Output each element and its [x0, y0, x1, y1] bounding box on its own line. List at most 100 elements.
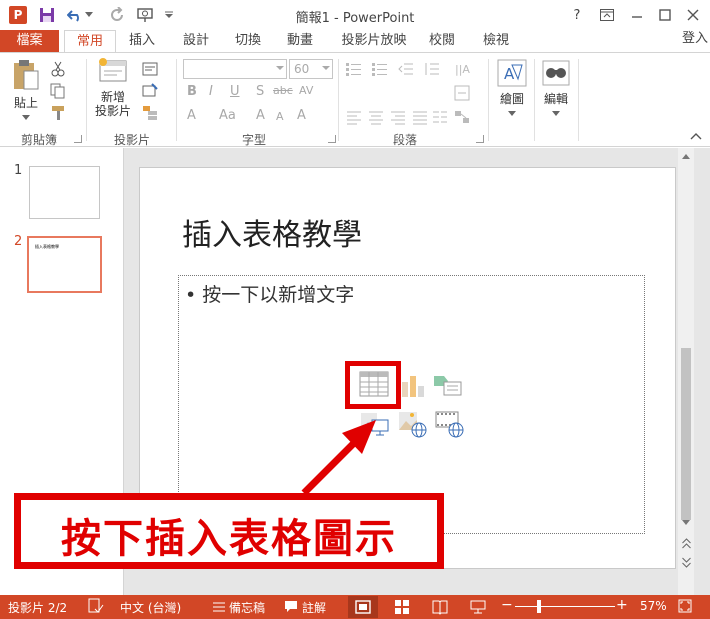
ribbon-divider [176, 59, 177, 141]
collapse-ribbon-icon[interactable] [690, 129, 706, 145]
slide-thumbnail-1[interactable] [29, 166, 100, 219]
comments-button[interactable]: 註解 [302, 599, 326, 616]
minimize-icon[interactable] [626, 5, 648, 25]
align-center-icon[interactable] [368, 109, 384, 125]
paste-button[interactable]: 貼上 [8, 57, 44, 124]
new-slide-icon [99, 58, 127, 82]
insert-smartart-icon[interactable] [433, 372, 463, 401]
strikethrough-icon[interactable]: abc [273, 84, 293, 97]
text-direction-icon[interactable]: ||A [454, 61, 470, 77]
tab-animations[interactable]: 動畫 [278, 30, 322, 52]
tab-design[interactable]: 設計 [174, 30, 218, 52]
line-spacing-icon[interactable] [424, 61, 440, 77]
increase-font-size-icon[interactable]: A [256, 108, 265, 123]
fit-to-window-icon[interactable] [678, 599, 692, 616]
vertical-scrollbar[interactable] [678, 148, 694, 595]
tab-review[interactable]: 校閱 [420, 30, 464, 52]
drawing-label: 繪圖 [499, 92, 524, 106]
justify-icon[interactable] [412, 109, 428, 125]
status-bar: 投影片 2/2 中文 (台灣) 備忘稿 註解 − + 57% [0, 595, 710, 619]
notes-icon[interactable] [212, 599, 226, 616]
find-icon [542, 60, 570, 86]
slide-show-view-icon[interactable] [470, 599, 486, 618]
align-text-icon[interactable] [454, 85, 470, 101]
ribbon-divider [488, 59, 489, 141]
change-case-icon[interactable]: Aa [219, 108, 236, 123]
maximize-icon[interactable] [654, 5, 676, 25]
underline-icon[interactable]: U [230, 84, 240, 99]
format-painter-icon[interactable] [50, 105, 66, 121]
slide-sorter-view-icon[interactable] [394, 599, 410, 618]
zoom-slider[interactable] [515, 606, 615, 607]
paste-label: 貼上 [13, 96, 38, 110]
language-indicator[interactable]: 中文 (台灣) [120, 599, 181, 616]
scrollbar-thumb[interactable] [681, 348, 691, 520]
instruction-callout-text: 按下插入表格圖示 [61, 516, 397, 562]
clear-formatting-icon[interactable]: A [297, 108, 306, 123]
cut-icon[interactable] [50, 61, 66, 77]
insert-video-icon[interactable] [435, 410, 465, 441]
new-slide-button[interactable]: 新增 投影片 [91, 57, 135, 118]
slide-title[interactable]: 插入表格教學 [182, 210, 362, 254]
text-shadow-icon[interactable]: S [256, 84, 264, 99]
next-slide-icon[interactable] [682, 556, 692, 568]
ribbon-display-options-icon[interactable] [596, 5, 618, 25]
content-placeholder-text[interactable]: • 按一下以新增文字 [185, 280, 354, 307]
zoom-level[interactable]: 57% [640, 599, 667, 613]
help-button[interactable]: ? [566, 5, 588, 25]
font-color-icon[interactable]: A [187, 108, 196, 123]
spell-check-icon[interactable] [88, 598, 104, 617]
insert-chart-icon[interactable] [401, 372, 425, 401]
tab-insert[interactable]: 插入 [120, 30, 164, 52]
bullets-icon[interactable] [346, 61, 362, 77]
copy-icon[interactable] [50, 83, 66, 99]
section-icon[interactable] [142, 105, 158, 121]
notes-button[interactable]: 備忘稿 [229, 599, 265, 616]
normal-view-button[interactable] [348, 596, 378, 618]
reading-view-icon[interactable] [432, 599, 448, 618]
sign-in-link[interactable]: 登入 [682, 30, 708, 48]
editing-button[interactable]: 編輯 [538, 57, 574, 120]
ribbon: 貼上 剪貼簿 新增 投影片 投影片 60 B I U S abc AV A Aa… [0, 52, 710, 147]
thumbnail-title-text: 插入表格教學 [35, 244, 59, 249]
paragraph-launcher-icon[interactable] [476, 135, 484, 143]
slide-counter: 投影片 2/2 [8, 601, 68, 615]
align-left-icon[interactable] [346, 109, 362, 125]
editing-label: 編輯 [543, 92, 568, 106]
previous-slide-icon[interactable] [682, 538, 692, 550]
tab-slide-show[interactable]: 投影片放映 [334, 30, 414, 52]
tab-home[interactable]: 常用 [64, 30, 116, 53]
columns-icon[interactable] [432, 109, 448, 125]
close-icon[interactable] [682, 5, 704, 25]
zoom-in-icon[interactable]: + [616, 597, 628, 613]
ribbon-divider [86, 59, 87, 141]
reset-slide-icon[interactable] [142, 83, 158, 99]
bold-icon[interactable]: B [187, 84, 197, 99]
numbering-icon[interactable] [372, 61, 388, 77]
paste-dropdown-icon [22, 115, 30, 120]
callout-arrow-icon [301, 420, 376, 496]
svg-text:||A: ||A [455, 63, 470, 76]
character-spacing-icon[interactable]: AV [299, 84, 313, 97]
comments-icon[interactable] [284, 600, 298, 616]
convert-to-smartart-icon[interactable] [454, 109, 470, 125]
italic-icon[interactable]: I [209, 84, 213, 99]
drawing-button[interactable]: A 繪圖 [494, 57, 530, 120]
decrease-indent-icon[interactable] [398, 61, 414, 77]
slide-thumbnail-2[interactable]: 插入表格教學 [27, 236, 102, 293]
scroll-up-icon[interactable] [682, 154, 690, 159]
tab-view[interactable]: 檢視 [474, 30, 518, 52]
zoom-out-icon[interactable]: − [501, 597, 513, 613]
font-launcher-icon[interactable] [328, 135, 336, 143]
zoom-slider-thumb[interactable] [537, 600, 541, 613]
font-name-combobox[interactable] [183, 59, 287, 79]
clipboard-launcher-icon[interactable] [74, 135, 82, 143]
layout-icon[interactable] [142, 61, 158, 77]
font-size-combobox[interactable]: 60 [289, 59, 333, 79]
scroll-down-icon[interactable] [682, 520, 690, 525]
tab-transitions[interactable]: 切換 [226, 30, 270, 52]
workspace: 1 2 插入表格教學 插入表格教學 • 按一下以新增文字 按下插入表格圖示 [0, 148, 710, 595]
tab-file[interactable]: 檔案 [0, 30, 59, 52]
align-right-icon[interactable] [390, 109, 406, 125]
decrease-font-size-icon[interactable]: A [276, 110, 284, 123]
